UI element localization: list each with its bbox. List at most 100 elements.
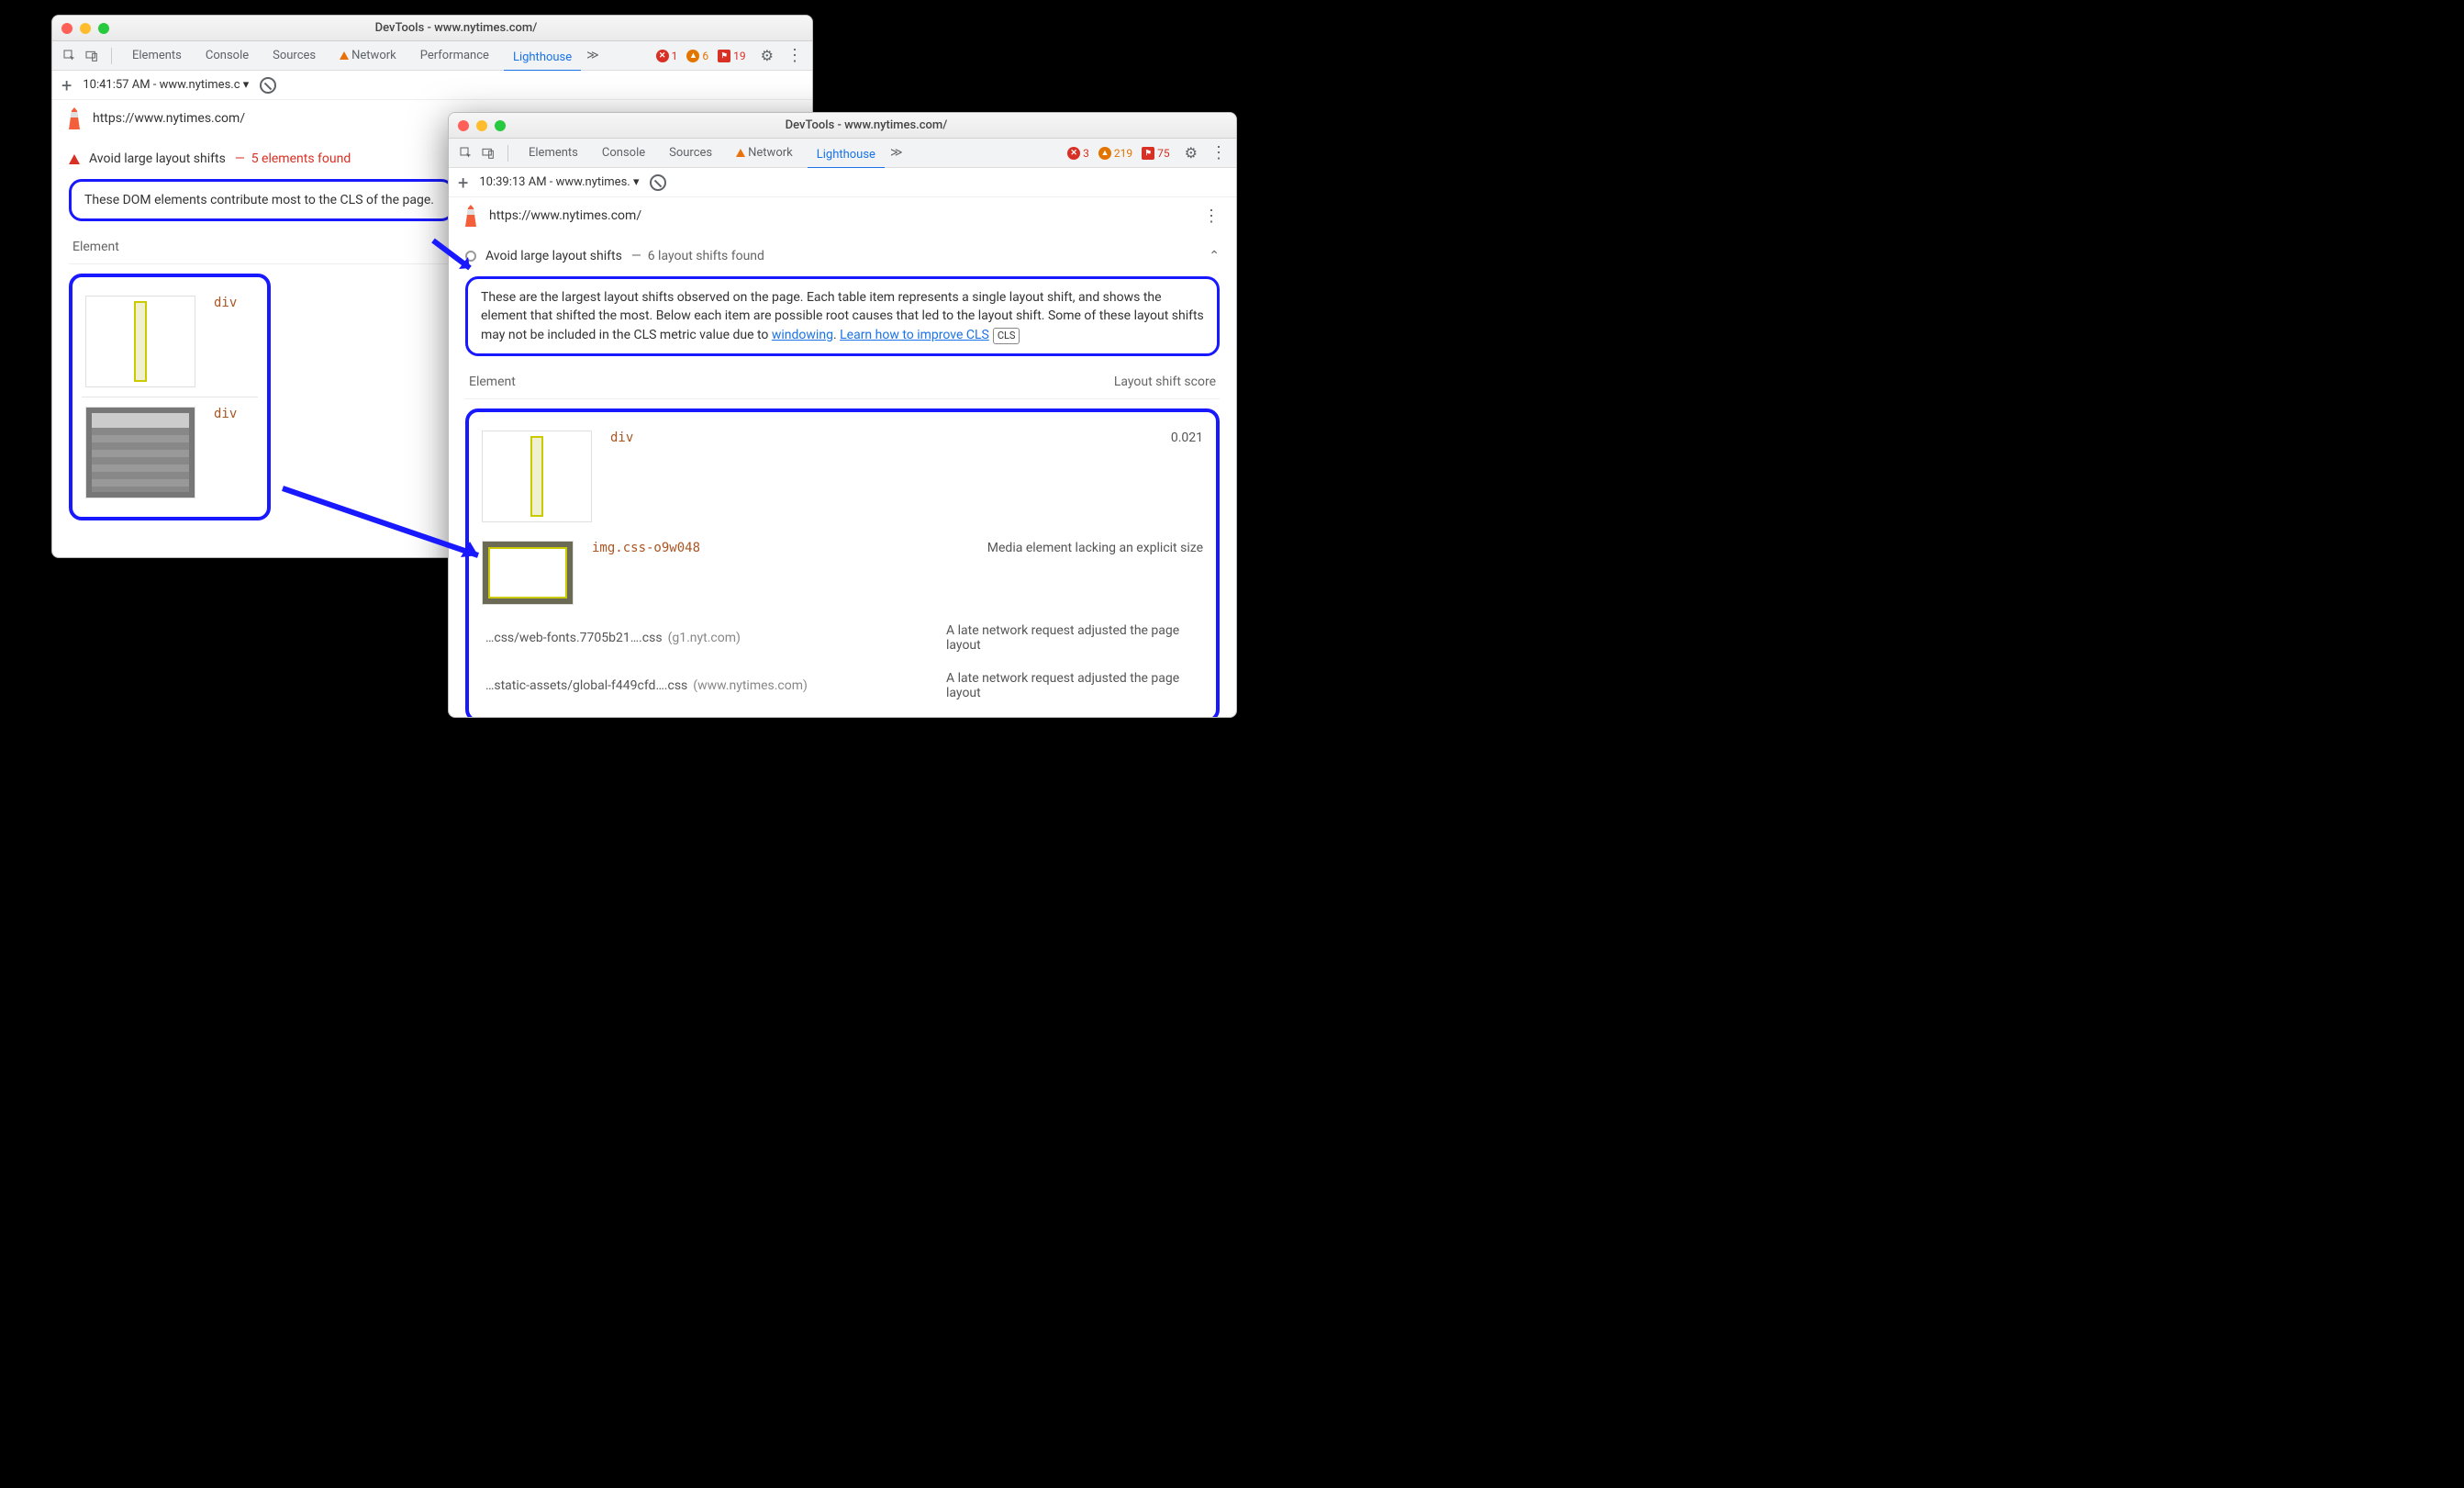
report-select[interactable]: 10:41:57 AM - www.nytimes.c ▾	[83, 78, 249, 92]
report-menu-icon[interactable]: ⋮	[1199, 207, 1223, 226]
audit-description-callout: These are the largest layout shifts obse…	[465, 276, 1220, 356]
tab-sources[interactable]: Sources	[263, 45, 325, 66]
table-row[interactable]: div	[82, 397, 258, 508]
tabbar: Elements Console Sources Network Lightho…	[449, 139, 1236, 168]
close-icon[interactable]	[458, 120, 469, 131]
element-tag: div	[214, 296, 237, 310]
error-icon: ✕	[1067, 147, 1080, 160]
annotation-arrow	[431, 239, 486, 288]
device-icon[interactable]	[480, 145, 496, 162]
tab-network[interactable]: Network	[727, 142, 802, 163]
annotation-arrow	[281, 487, 501, 582]
minimize-icon[interactable]	[476, 120, 487, 131]
warning-icon	[736, 149, 745, 157]
inspect-icon[interactable]	[61, 48, 78, 64]
new-report-button[interactable]: +	[61, 74, 72, 96]
shift-reason: A late network request adjusted the page…	[946, 671, 1203, 700]
error-count[interactable]: ✕1	[656, 50, 678, 62]
element-thumbnail	[85, 296, 195, 387]
tab-sources[interactable]: Sources	[660, 142, 721, 163]
fail-icon	[69, 154, 80, 164]
element-tag: img.css-o9w048	[592, 541, 700, 555]
lighthouse-subbar: + 10:41:57 AM - www.nytimes.c ▾	[52, 71, 812, 100]
link-learn-cls[interactable]: Learn how to improve CLS	[840, 328, 989, 342]
elements-callout: div 0.021 img.css-o9w048 Media element l…	[465, 408, 1220, 717]
col-element: Element	[72, 240, 119, 254]
table-row[interactable]: div 0.021	[478, 421, 1207, 531]
lighthouse-icon	[462, 205, 480, 227]
zoom-icon[interactable]	[98, 23, 109, 34]
audit-description: These are the largest layout shifts obse…	[481, 290, 1204, 342]
close-icon[interactable]	[61, 23, 72, 34]
separator	[111, 48, 112, 64]
lighthouse-subbar: + 10:39:13 AM - www.nytimes. ▾	[449, 168, 1236, 197]
report-url: https://www.nytimes.com/	[489, 208, 641, 223]
violation-icon: ⚑	[718, 50, 730, 62]
devtools-window-2: DevTools - www.nytimes.com/ Elements Con…	[448, 112, 1237, 718]
inspect-icon[interactable]	[458, 145, 474, 162]
col-element: Element	[469, 375, 516, 389]
audit-count: — 6 layout shifts found	[631, 249, 764, 263]
violation-count[interactable]: ⚑75	[1142, 147, 1170, 160]
settings-icon[interactable]: ⚙	[1185, 144, 1198, 162]
zoom-icon[interactable]	[495, 120, 506, 131]
report-url: https://www.nytimes.com/	[93, 111, 245, 126]
url-row: https://www.nytimes.com/ ⋮	[449, 197, 1236, 234]
table-row[interactable]: img.css-o9w048 Media element lacking an …	[478, 531, 1207, 614]
link-windowing[interactable]: windowing	[772, 328, 833, 342]
report-select[interactable]: 10:39:13 AM - www.nytimes. ▾	[479, 175, 639, 189]
file-name: …static-assets/global-f449cfd….css	[485, 678, 687, 693]
error-icon: ✕	[656, 50, 669, 62]
audit-title: Avoid large layout shifts	[89, 151, 226, 166]
tab-console[interactable]: Console	[593, 142, 654, 163]
more-tabs-icon[interactable]: ≫	[890, 146, 903, 160]
tab-performance[interactable]: Performance	[411, 45, 498, 66]
more-tabs-icon[interactable]: ≫	[586, 49, 599, 62]
report-content[interactable]: Avoid large layout shifts — 6 layout shi…	[449, 234, 1236, 717]
traffic-lights	[61, 23, 109, 34]
status-summary: ✕3 ▲219 ⚑75	[1067, 147, 1169, 160]
titlebar: DevTools - www.nytimes.com/	[52, 16, 812, 41]
tab-network[interactable]: Network	[330, 45, 406, 66]
tab-lighthouse[interactable]: Lighthouse	[808, 144, 885, 169]
separator	[507, 145, 508, 162]
minimize-icon[interactable]	[80, 23, 91, 34]
cls-chip: CLS	[993, 328, 1020, 344]
tab-elements[interactable]: Elements	[519, 142, 587, 163]
file-domain: (g1.nyt.com)	[668, 631, 741, 645]
tab-lighthouse[interactable]: Lighthouse	[504, 47, 581, 72]
traffic-lights	[458, 120, 506, 131]
clear-icon[interactable]	[260, 77, 276, 94]
violation-icon: ⚑	[1142, 147, 1154, 160]
warning-count[interactable]: ▲6	[686, 50, 708, 62]
shift-reason: A late network request adjusted the page…	[946, 623, 1203, 653]
element-tag: div	[610, 431, 633, 445]
device-icon[interactable]	[84, 48, 100, 64]
audit-description: These DOM elements contribute most to th…	[84, 193, 434, 207]
menu-icon[interactable]: ⋮	[786, 46, 803, 65]
tab-elements[interactable]: Elements	[123, 45, 191, 66]
status-summary: ✕1 ▲6 ⚑19	[656, 50, 746, 62]
file-domain: (www.nytimes.com)	[693, 678, 808, 693]
shift-reason: Media element lacking an explicit size	[987, 541, 1203, 555]
settings-icon[interactable]: ⚙	[761, 47, 774, 64]
table-row[interactable]: …css/web-fonts.7705b21….css (g1.nyt.com)…	[478, 614, 1207, 662]
chevron-up-icon[interactable]: ⌃	[1209, 249, 1220, 263]
file-name: …css/web-fonts.7705b21….css	[485, 631, 663, 645]
table-row[interactable]: …static-assets/global-f449cfd….css (www.…	[478, 662, 1207, 710]
warning-count[interactable]: ▲219	[1098, 147, 1132, 160]
new-report-button[interactable]: +	[458, 172, 468, 194]
table-header: Element Layout shift score	[465, 362, 1220, 399]
window-title: DevTools - www.nytimes.com/	[506, 118, 1227, 132]
tab-console[interactable]: Console	[196, 45, 258, 66]
audit-header[interactable]: Avoid large layout shifts — 6 layout shi…	[465, 243, 1220, 276]
audit-title: Avoid large layout shifts	[485, 249, 622, 263]
audit-count: — 5 elements found	[235, 151, 351, 166]
menu-icon[interactable]: ⋮	[1210, 143, 1227, 162]
warning-icon: ▲	[686, 50, 699, 62]
table-row[interactable]: div	[82, 286, 258, 397]
clear-icon[interactable]	[650, 174, 666, 191]
error-count[interactable]: ✕3	[1067, 147, 1089, 160]
violation-count[interactable]: ⚑19	[718, 50, 746, 62]
elements-callout: div div	[69, 274, 271, 520]
